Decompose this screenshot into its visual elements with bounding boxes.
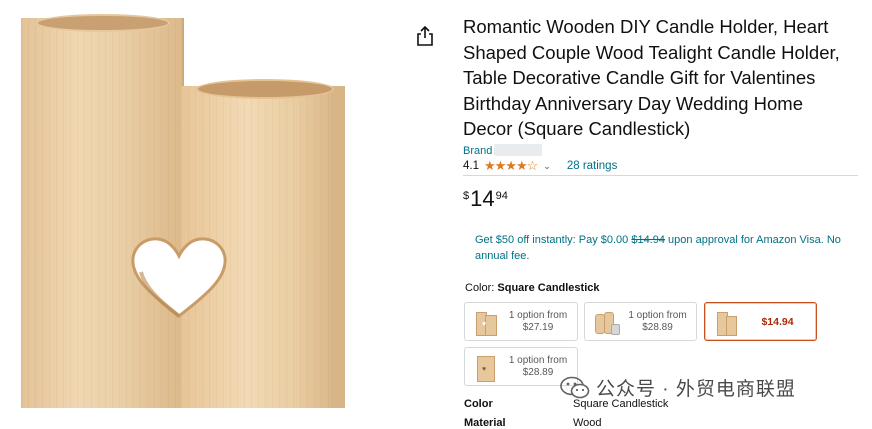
title-line: Shaped Couple Wood Tealight Candle Holde… [463, 41, 840, 63]
spec-key: Material [464, 417, 506, 429]
chevron-down-icon[interactable]: ⌄ [543, 161, 551, 172]
brand-name-blurred [494, 144, 543, 156]
option-thumbnail: ♥ [473, 353, 499, 382]
option-line1: 1 option from [628, 309, 687, 321]
price-symbol: $ [463, 190, 470, 202]
rating-value: 4.1 [463, 160, 479, 172]
star-rating[interactable]: ★★★★☆ [484, 158, 538, 174]
option-text: 1 option from $28.89 [619, 310, 696, 334]
divider [463, 175, 858, 176]
option-thumbnail [713, 308, 739, 336]
option-selected-price: $14.94 [761, 315, 794, 328]
option-thumbnail: ♥ [473, 308, 499, 336]
visa-offer[interactable]: Get $50 off instantly: Pay $0.00 $14.94 … [475, 232, 860, 264]
color-option-2[interactable]: 1 option from $28.89 [584, 302, 697, 341]
option-price: $27.19 [522, 321, 554, 333]
color-label: Color: [465, 282, 495, 294]
price-whole: 14 [470, 186, 495, 211]
tealight-hole-right [196, 79, 334, 99]
share-icon[interactable] [415, 25, 435, 47]
title-line: Birthday Anniversary Day Wedding Home [463, 92, 804, 114]
wood-block-right-side [331, 86, 345, 408]
offer-strike-price: $14.94 [631, 234, 665, 246]
title-line: Romantic Wooden DIY Candle Holder, Heart [463, 16, 829, 37]
color-selector-label: Color: Square Candlestick [465, 282, 600, 294]
product-title: Romantic Wooden DIY Candle Holder, Heart… [463, 14, 863, 142]
color-option-3-selected[interactable]: $14.94 [704, 302, 817, 341]
rating-row: 4.1 ★★★★☆ ⌄ 28 ratings [463, 158, 617, 174]
price-fraction: 94 [495, 190, 508, 202]
brand-link[interactable]: Brand [463, 144, 543, 157]
spec-key: Color [464, 398, 493, 410]
color-selected-value: Square Candlestick [497, 282, 600, 294]
price: $ 14 94 [463, 186, 508, 212]
option-text: 1 option from $27.19 [499, 310, 577, 334]
color-option-1[interactable]: ♥ 1 option from $27.19 [464, 302, 578, 341]
offer-prefix: Get $50 off instantly: Pay $0.00 [475, 234, 632, 246]
spec-value: Wood [573, 417, 602, 429]
brand-label: Brand [463, 145, 493, 157]
tealight-hole-left [36, 14, 170, 32]
product-image[interactable] [0, 0, 400, 426]
option-line1: 1 option from [508, 309, 568, 321]
ratings-count-link[interactable]: 28 ratings [567, 160, 618, 172]
option-thumbnail [593, 308, 620, 336]
watermark-text: 公众号 · 外贸电商联盟 [596, 379, 796, 400]
title-line: Table Decorative Candle Gift for Valenti… [463, 67, 816, 88]
option-price: $28.89 [642, 321, 673, 333]
option-line1: 1 option from [508, 354, 568, 366]
watermark: 公众号 · 外贸电商联盟 [560, 374, 796, 401]
wood-block-left [21, 18, 182, 408]
heart-cutout [131, 237, 227, 318]
wechat-icon [560, 376, 590, 398]
title-line: Decor (Square Candlestick) [463, 118, 691, 139]
